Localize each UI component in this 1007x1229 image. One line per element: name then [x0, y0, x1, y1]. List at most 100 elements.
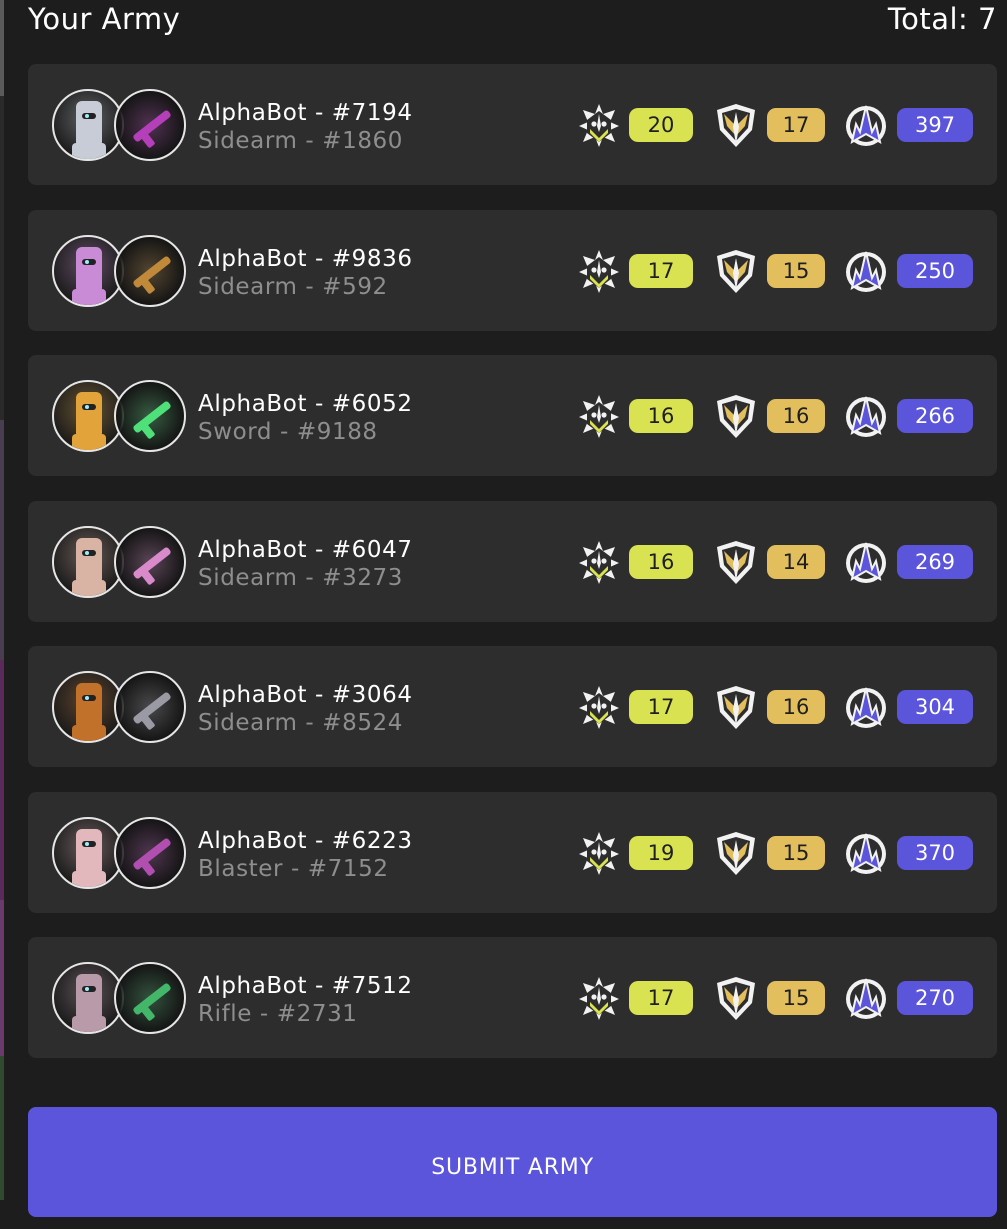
page-title: Your Army: [28, 2, 181, 36]
bot-base: [72, 870, 106, 887]
army-unit-card[interactable]: AlphaBot - #7194 Sidearm - #1860 20 17 397: [28, 64, 997, 185]
unit-names: AlphaBot - #6047 Sidearm - #3273: [198, 536, 413, 592]
bot-name: AlphaBot - #6047: [198, 536, 413, 563]
power-crest-icon: [844, 102, 888, 148]
defense-value: 16: [767, 690, 825, 724]
weapon-figure: [132, 545, 172, 580]
power-value: 269: [897, 544, 973, 579]
bot-visor: [82, 986, 96, 992]
power-value: 397: [897, 108, 973, 142]
power-crest-icon: [844, 539, 888, 585]
attack-value: 17: [629, 981, 693, 1015]
power-crest-icon: [844, 248, 888, 294]
army-unit-card[interactable]: AlphaBot - #6047 Sidearm - #3273 16 14 269: [28, 500, 997, 622]
bot-figure: [76, 537, 102, 582]
bot-name: AlphaBot - #6223: [198, 827, 413, 854]
defense-value: 15: [767, 835, 825, 870]
weapon-avatar: [114, 380, 186, 452]
defense-shield-icon: [714, 248, 758, 294]
weapon-avatar: [114, 234, 186, 307]
bot-base: [72, 725, 106, 741]
defense-shield-icon: [714, 102, 758, 148]
bot-name: AlphaBot - #7512: [198, 973, 413, 999]
power-value: 250: [897, 253, 973, 288]
defense-value: 17: [767, 108, 825, 142]
attack-value: 17: [629, 253, 693, 288]
attack-emblem-icon: [577, 684, 621, 730]
bot-visor: [82, 113, 96, 119]
attack-emblem-icon: [577, 975, 621, 1021]
army-list: AlphaBot - #7194 Sidearm - #1860 20 17 397 Al…: [28, 64, 997, 1083]
weapon-avatar: [114, 816, 186, 889]
weapon-figure: [132, 836, 172, 871]
weapon-figure: [132, 400, 172, 434]
weapon-figure: [132, 109, 172, 143]
bot-visor: [82, 840, 96, 847]
attack-emblem-icon: [577, 393, 621, 439]
unit-names: AlphaBot - #6052 Sword - #9188: [198, 390, 413, 446]
army-unit-card[interactable]: AlphaBot - #6052 Sword - #9188 16 16 266: [28, 355, 997, 476]
weapon-avatar: [114, 89, 186, 161]
attack-value: 17: [629, 690, 693, 724]
attack-emblem-icon: [577, 102, 621, 148]
weapon-name: Rifle - #2731: [198, 1001, 358, 1027]
defense-shield-icon: [714, 975, 758, 1021]
defense-value: 15: [767, 981, 825, 1015]
attack-value: 20: [629, 108, 693, 142]
bot-figure: [76, 246, 102, 291]
unit-names: AlphaBot - #9836 Sidearm - #592: [198, 245, 413, 301]
bot-base: [72, 579, 106, 596]
power-crest-icon: [844, 684, 888, 730]
bot-visor: [82, 549, 96, 556]
bot-visor: [82, 258, 96, 265]
bot-base: [72, 434, 106, 450]
weapon-name: Sidearm - #8524: [198, 710, 404, 736]
army-unit-card[interactable]: AlphaBot - #6223 Blaster - #7152 19 15 370: [28, 791, 997, 913]
bot-name: AlphaBot - #7194: [198, 100, 413, 126]
power-value: 370: [897, 835, 973, 870]
power-value: 270: [897, 981, 973, 1015]
bot-visor: [82, 695, 96, 701]
defense-value: 14: [767, 544, 825, 579]
bot-figure: [76, 828, 102, 873]
unit-names: AlphaBot - #7512 Rifle - #2731: [198, 972, 413, 1028]
defense-shield-icon: [714, 830, 758, 876]
power-value: 304: [897, 690, 973, 724]
bot-base: [72, 288, 106, 305]
bot-figure: [76, 974, 102, 1018]
army-unit-card[interactable]: AlphaBot - #7512 Rifle - #2731 17 15 270: [28, 937, 997, 1058]
power-value: 266: [897, 399, 973, 433]
bot-figure: [76, 101, 102, 145]
bot-figure: [76, 392, 102, 436]
weapon-avatar: [114, 525, 186, 598]
unit-names: AlphaBot - #7194 Sidearm - #1860: [198, 99, 413, 155]
window-edge: [0, 0, 4, 1200]
weapon-name: Sidearm - #3273: [198, 564, 404, 591]
weapon-name: Sword - #9188: [198, 419, 378, 445]
weapon-figure: [132, 254, 172, 289]
defense-value: 16: [767, 399, 825, 433]
attack-emblem-icon: [577, 539, 621, 585]
weapon-figure: [132, 982, 172, 1016]
bot-figure: [76, 683, 102, 727]
power-crest-icon: [844, 393, 888, 439]
unit-names: AlphaBot - #6223 Blaster - #7152: [198, 827, 413, 883]
army-header: Your Army Total: 7: [28, 0, 997, 44]
weapon-name: Sidearm - #592: [198, 273, 388, 300]
attack-value: 16: [629, 544, 693, 579]
defense-value: 15: [767, 253, 825, 288]
weapon-name: Sidearm - #1860: [198, 128, 404, 154]
defense-shield-icon: [714, 684, 758, 730]
attack-value: 16: [629, 399, 693, 433]
army-unit-card[interactable]: AlphaBot - #3064 Sidearm - #8524 17 16 304: [28, 646, 997, 767]
bot-base: [72, 1016, 106, 1032]
attack-emblem-icon: [577, 248, 621, 294]
bot-name: AlphaBot - #3064: [198, 682, 413, 708]
army-unit-card[interactable]: AlphaBot - #9836 Sidearm - #592 17 15 250: [28, 209, 997, 331]
submit-army-button[interactable]: SUBMIT ARMY: [28, 1107, 997, 1217]
weapon-name: Blaster - #7152: [198, 855, 389, 882]
defense-shield-icon: [714, 393, 758, 439]
army-total: Total: 7: [887, 2, 997, 36]
weapon-avatar: [114, 962, 186, 1034]
power-crest-icon: [844, 830, 888, 876]
